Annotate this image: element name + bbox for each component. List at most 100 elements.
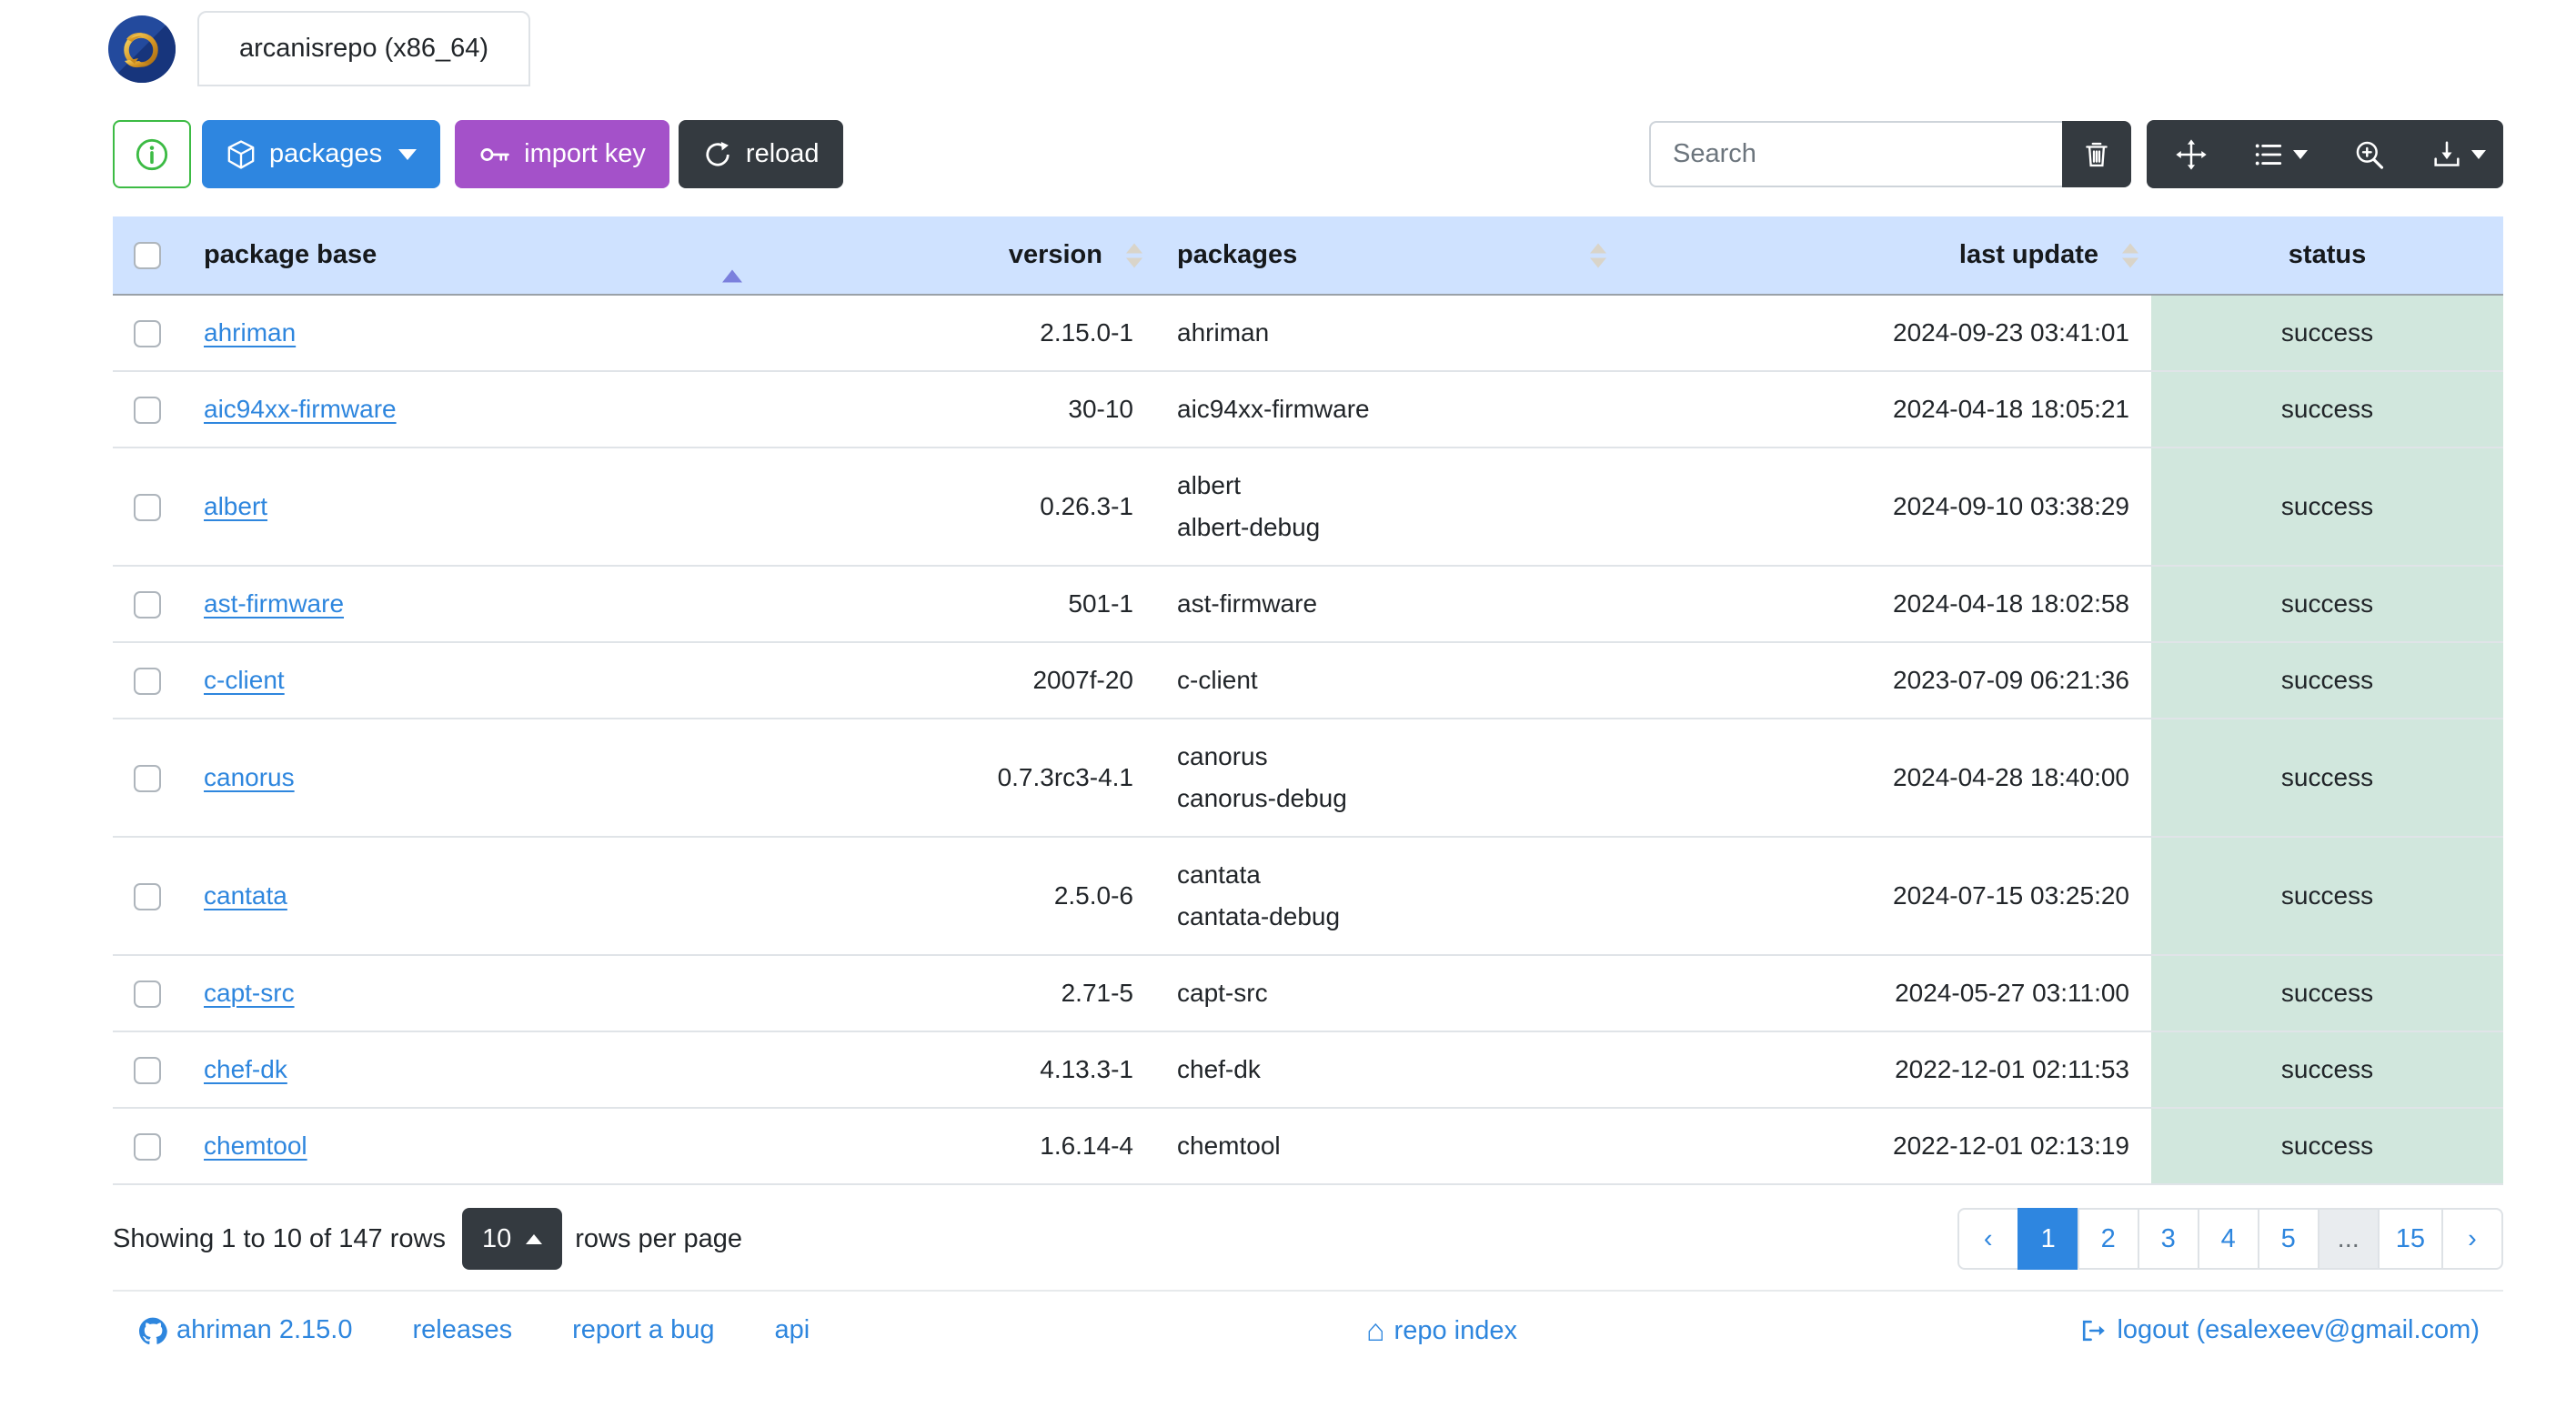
- column-header-label: last update: [1958, 240, 2098, 269]
- table-header-row: package base version packages last updat…: [113, 216, 2503, 296]
- packages-dropdown-button[interactable]: packages: [202, 120, 441, 188]
- package-base-link[interactable]: ahriman: [204, 318, 296, 347]
- row-checkbox[interactable]: [134, 494, 161, 522]
- version-cell: 2007f-20: [755, 641, 1155, 719]
- column-header-label: package base: [204, 240, 377, 269]
- logout-link[interactable]: logout (esalexeev@gmail.com): [2078, 1315, 2480, 1345]
- package-base-link[interactable]: albert: [204, 492, 267, 520]
- status-cell: success: [2151, 565, 2503, 642]
- version-cell: 1.6.14-4: [755, 1107, 1155, 1185]
- column-header-package-base[interactable]: package base: [182, 216, 755, 296]
- package-base-link[interactable]: c-client: [204, 666, 285, 694]
- pagination: ‹ 1 2 3 4 5 ... 15 ›: [1957, 1208, 2503, 1270]
- pagination-page-4[interactable]: 4: [2197, 1208, 2259, 1270]
- row-checkbox[interactable]: [134, 980, 161, 1009]
- sort-ascending-icon: [722, 240, 742, 282]
- status-cell: success: [2151, 641, 2503, 719]
- package-base-link[interactable]: aic94xx-firmware: [204, 395, 397, 423]
- import-key-button-label: import key: [524, 139, 646, 168]
- key-icon: [480, 147, 509, 161]
- pagination-page-1[interactable]: 1: [2017, 1208, 2079, 1270]
- import-key-button[interactable]: import key: [455, 120, 669, 188]
- packages-cell: aic94xx-firmware: [1155, 370, 1619, 448]
- api-link[interactable]: api: [774, 1315, 810, 1345]
- row-checkbox[interactable]: [134, 397, 161, 425]
- package-base-link[interactable]: capt-src: [204, 979, 295, 1007]
- columns-dropdown-button[interactable]: [2236, 120, 2325, 188]
- table-row: ahriman 2.15.0-1 ahriman 2024-09-23 03:4…: [113, 294, 2503, 371]
- chevron-down-icon: [2471, 149, 2486, 159]
- repository-tab[interactable]: arcanisrepo (x86_64): [197, 11, 531, 86]
- version-cell: 4.13.3-1: [755, 1031, 1155, 1108]
- repository-tab-label: arcanisrepo (x86_64): [239, 34, 489, 63]
- row-checkbox[interactable]: [134, 1057, 161, 1085]
- releases-link[interactable]: releases: [412, 1315, 512, 1345]
- pagination-page-15[interactable]: 15: [2377, 1208, 2443, 1270]
- row-checkbox[interactable]: [134, 668, 161, 696]
- package-base-link[interactable]: canorus: [204, 763, 295, 791]
- row-checkbox[interactable]: [134, 1133, 161, 1162]
- pagination-page-2[interactable]: 2: [2077, 1208, 2139, 1270]
- trash-icon: [2086, 142, 2108, 166]
- row-checkbox[interactable]: [134, 320, 161, 348]
- reload-icon: [706, 141, 730, 166]
- package-base-link[interactable]: chef-dk: [204, 1055, 287, 1083]
- last-update-cell: 2024-04-28 18:40:00: [1619, 718, 2151, 837]
- arrows-move-button[interactable]: [2147, 120, 2236, 188]
- search-input[interactable]: [1649, 121, 2062, 187]
- last-update-cell: 2024-09-23 03:41:01: [1619, 294, 2151, 371]
- table-row: canorus 0.7.3rc3-4.1 canorus canorus-deb…: [113, 718, 2503, 837]
- info-button[interactable]: [113, 120, 191, 188]
- rows-per-page-value: 10: [481, 1223, 512, 1253]
- version-link-label: ahriman 2.15.0: [176, 1315, 353, 1344]
- column-header-last-update[interactable]: last update: [1619, 216, 2151, 296]
- repo-index-link[interactable]: ⌂ repo index: [1366, 1315, 1517, 1346]
- last-update-cell: 2024-04-18 18:02:58: [1619, 565, 2151, 642]
- status-cell: success: [2151, 294, 2503, 371]
- column-header-packages[interactable]: packages: [1155, 216, 1619, 296]
- status-cell: success: [2151, 370, 2503, 448]
- rows-per-page-dropdown[interactable]: 10: [461, 1208, 563, 1270]
- select-all-checkbox[interactable]: [134, 242, 161, 270]
- package-base-link[interactable]: ast-firmware: [204, 589, 344, 618]
- download-icon: [2434, 141, 2460, 166]
- export-dropdown-button[interactable]: [2414, 120, 2503, 188]
- logout-icon: [2083, 1320, 2106, 1341]
- row-checkbox[interactable]: [134, 883, 161, 911]
- last-update-cell: 2022-12-01 02:11:53: [1619, 1031, 2151, 1108]
- version-cell: 0.7.3rc3-4.1: [755, 718, 1155, 837]
- footer-center-links: ⌂ repo index: [1366, 1315, 1517, 1348]
- packages-cell: cantata cantata-debug: [1155, 836, 1619, 955]
- pagination-page-5[interactable]: 5: [2257, 1208, 2319, 1270]
- clear-filter-button[interactable]: [2062, 121, 2131, 187]
- reload-button[interactable]: reload: [678, 120, 843, 188]
- table-row: capt-src 2.71-5 capt-src 2024-05-27 03:1…: [113, 954, 2503, 1031]
- status-cell: success: [2151, 718, 2503, 837]
- chevron-up-icon: [526, 1233, 543, 1244]
- column-header-version[interactable]: version: [755, 216, 1155, 296]
- package-base-link[interactable]: chemtool: [204, 1131, 307, 1160]
- version-link[interactable]: ahriman 2.15.0: [138, 1315, 352, 1345]
- table-row: ast-firmware 501-1 ast-firmware 2024-04-…: [113, 565, 2503, 642]
- row-checkbox[interactable]: [134, 591, 161, 619]
- packages-cell: chemtool: [1155, 1107, 1619, 1185]
- package-base-link[interactable]: cantata: [204, 881, 287, 910]
- pagination-next[interactable]: ›: [2441, 1208, 2503, 1270]
- logout-label: logout (esalexeev@gmail.com): [2117, 1315, 2480, 1344]
- last-update-cell: 2024-07-15 03:25:20: [1619, 836, 2151, 955]
- sort-both-icon: [1126, 243, 1142, 267]
- pagination-page-3[interactable]: 3: [2137, 1208, 2199, 1270]
- status-cell: success: [2151, 1107, 2503, 1185]
- last-update-cell: 2024-04-18 18:05:21: [1619, 370, 2151, 448]
- packages-cell: ast-firmware: [1155, 565, 1619, 642]
- footer-divider: [113, 1290, 2503, 1292]
- report-bug-link[interactable]: report a bug: [572, 1315, 714, 1345]
- box-icon: [227, 139, 255, 169]
- packages-cell: ahriman: [1155, 294, 1619, 371]
- packages-cell: canorus canorus-debug: [1155, 718, 1619, 837]
- rows-per-page-label: rows per page: [575, 1223, 743, 1253]
- pagination-prev[interactable]: ‹: [1957, 1208, 2019, 1270]
- fullscreen-button[interactable]: [2325, 120, 2414, 188]
- column-header-label: version: [1008, 240, 1102, 269]
- row-checkbox[interactable]: [134, 765, 161, 793]
